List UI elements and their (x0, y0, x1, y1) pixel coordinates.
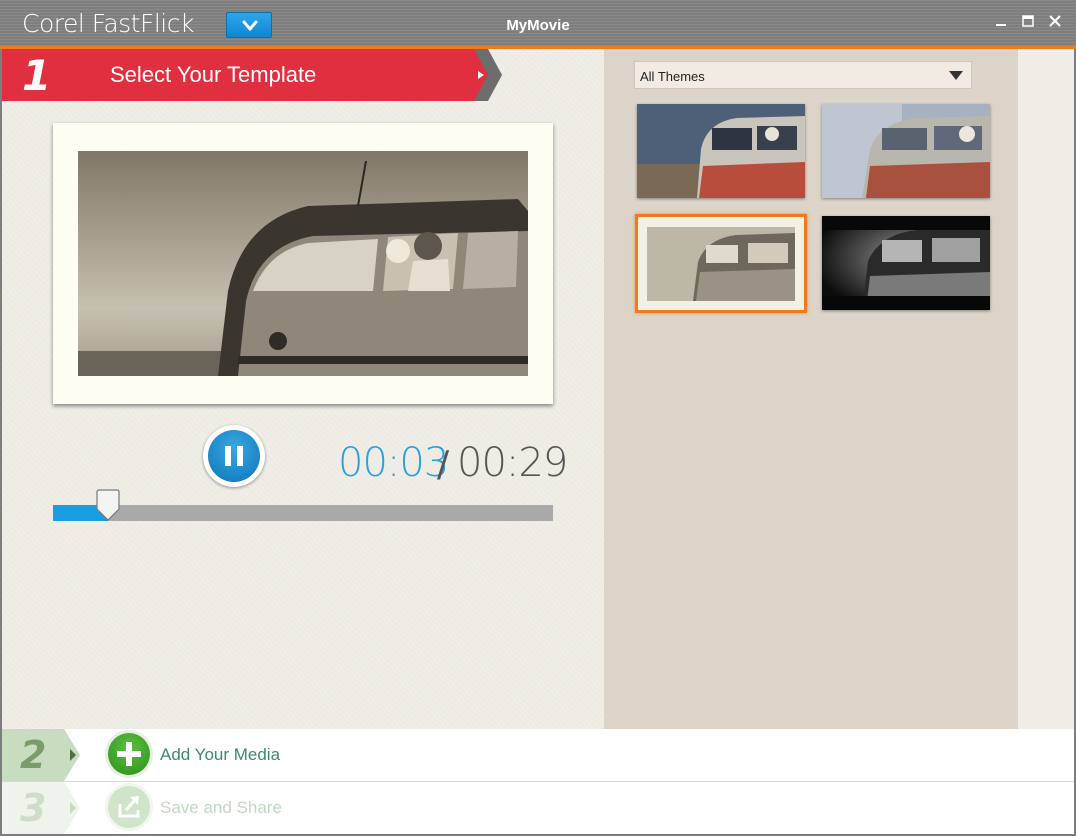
total-time: 00:29 (457, 440, 568, 486)
theme-filter-dropdown[interactable]: All Themes (634, 61, 972, 89)
step1-label: Select Your Template (110, 62, 317, 87)
step-divider (2, 781, 1074, 782)
maximize-icon[interactable] (1021, 14, 1035, 28)
pause-icon (208, 430, 260, 482)
step3-number: 3 (20, 786, 47, 830)
current-time: 00:03 (338, 440, 449, 486)
plus-icon[interactable] (108, 733, 150, 775)
close-icon[interactable] (1048, 14, 1062, 28)
theme-thumbnail[interactable] (822, 216, 990, 310)
time-separator: / (437, 444, 450, 485)
dropdown-arrow-icon (949, 71, 963, 80)
preview-image (78, 151, 528, 376)
scrubber-handle[interactable] (94, 489, 122, 521)
pause-button[interactable] (203, 425, 265, 487)
theme-thumbnail[interactable] (637, 104, 805, 198)
add-media-link[interactable]: Add Your Media (160, 745, 280, 765)
step1-number: 1 (22, 51, 52, 100)
step2-number: 2 (20, 733, 47, 777)
panel-margin (1018, 49, 1074, 729)
preview-frame (53, 123, 553, 404)
theme-filter-value: All Themes (640, 69, 705, 84)
save-share-link: Save and Share (160, 798, 282, 817)
theme-thumbnail[interactable] (822, 104, 990, 198)
timeline-track[interactable] (53, 505, 553, 521)
minimize-icon[interactable] (994, 14, 1008, 28)
export-icon (108, 786, 150, 828)
theme-thumbnail-selected[interactable] (635, 214, 807, 313)
project-name: MyMovie (506, 17, 570, 34)
